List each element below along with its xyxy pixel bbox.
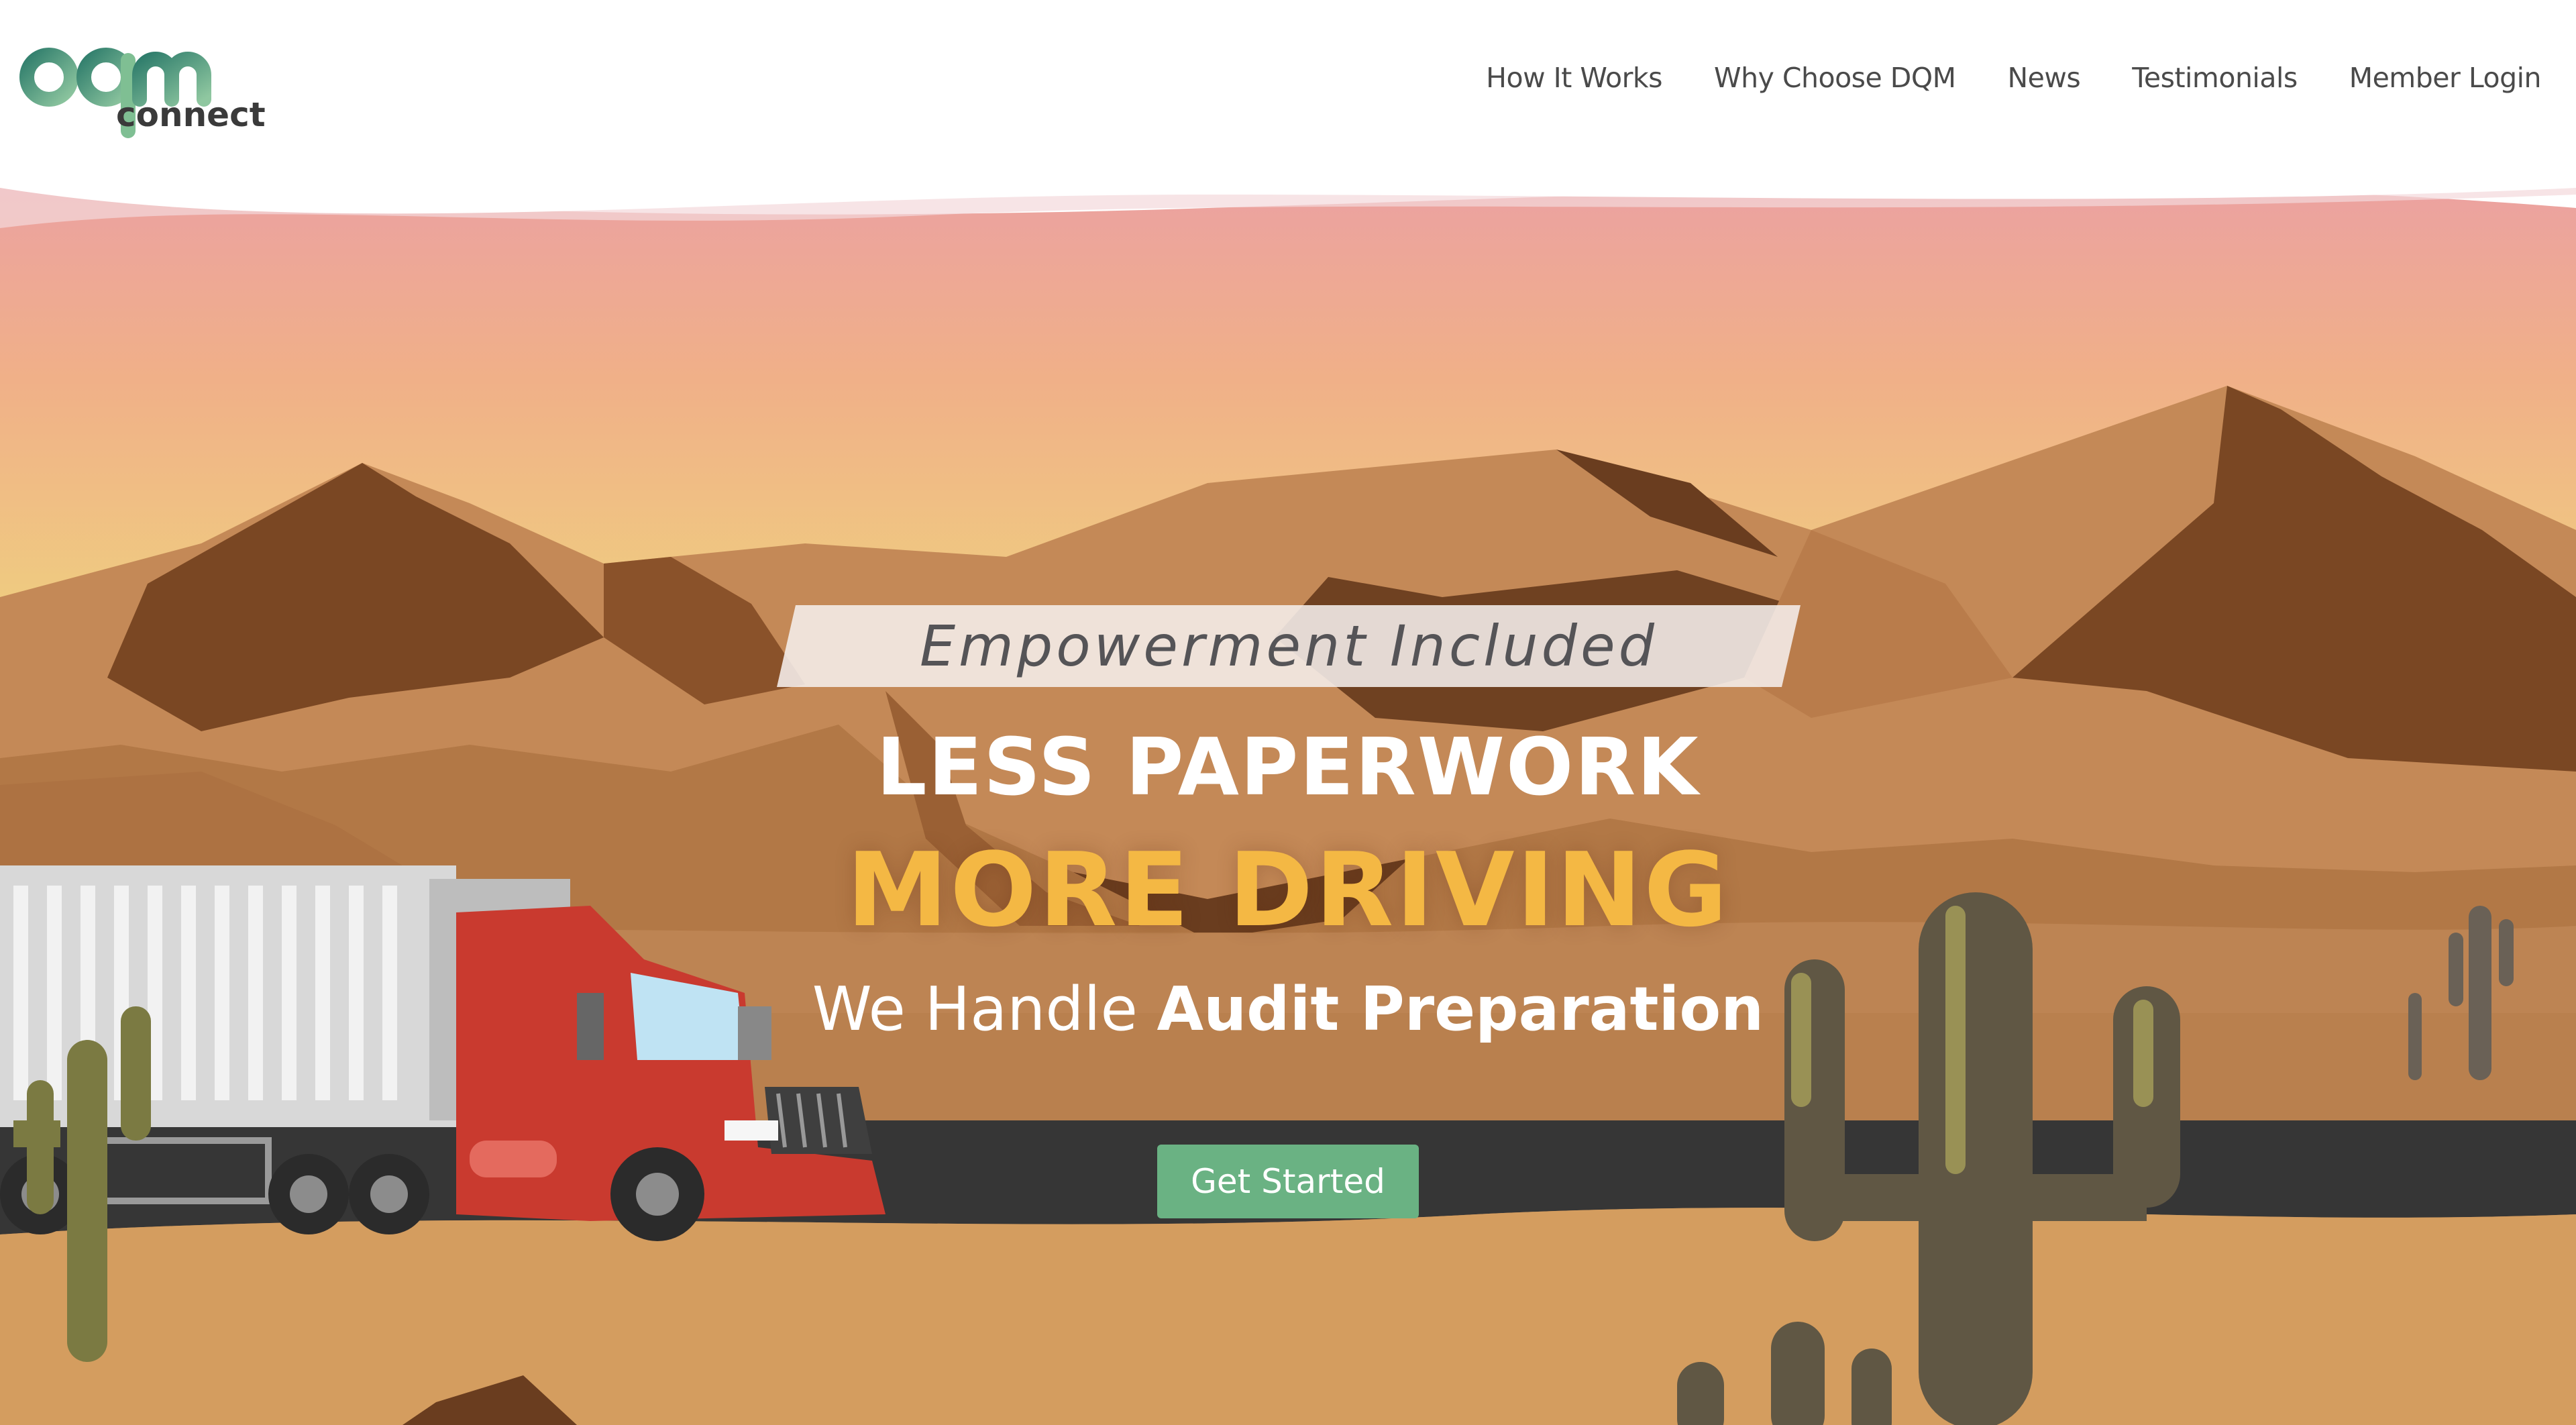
logo-subtext: connect bbox=[116, 95, 266, 134]
nav-news[interactable]: News bbox=[2008, 62, 2081, 94]
nav-why-choose-dqm[interactable]: Why Choose DQM bbox=[1714, 62, 1956, 94]
nav-testimonials[interactable]: Testimonials bbox=[2132, 62, 2298, 94]
tagline-text: Empowerment Included bbox=[919, 613, 1658, 679]
nav-member-login[interactable]: Member Login bbox=[2349, 62, 2542, 94]
nav-how-it-works[interactable]: How It Works bbox=[1486, 62, 1662, 94]
headline-more-driving: MORE DRIVING bbox=[846, 831, 1730, 949]
subline: We Handle Audit Preparation bbox=[0, 973, 2576, 1047]
headline-less-paperwork: LESS PAPERWORK bbox=[876, 721, 1700, 813]
subline-bold: Audit Preparation bbox=[1157, 974, 1764, 1045]
hero-section: Empowerment Included LESS PAPERWORK MORE… bbox=[0, 168, 2576, 1425]
dqm-connect-logo[interactable]: connect bbox=[12, 13, 267, 141]
site-header: connect How It Works Why Choose DQM News… bbox=[0, 0, 2576, 168]
main-nav: How It Works Why Choose DQM News Testimo… bbox=[1486, 62, 2541, 94]
get-started-button[interactable]: Get Started bbox=[1157, 1145, 1419, 1218]
subline-prefix: We Handle bbox=[812, 974, 1138, 1045]
tagline-banner: Empowerment Included bbox=[777, 605, 1801, 687]
